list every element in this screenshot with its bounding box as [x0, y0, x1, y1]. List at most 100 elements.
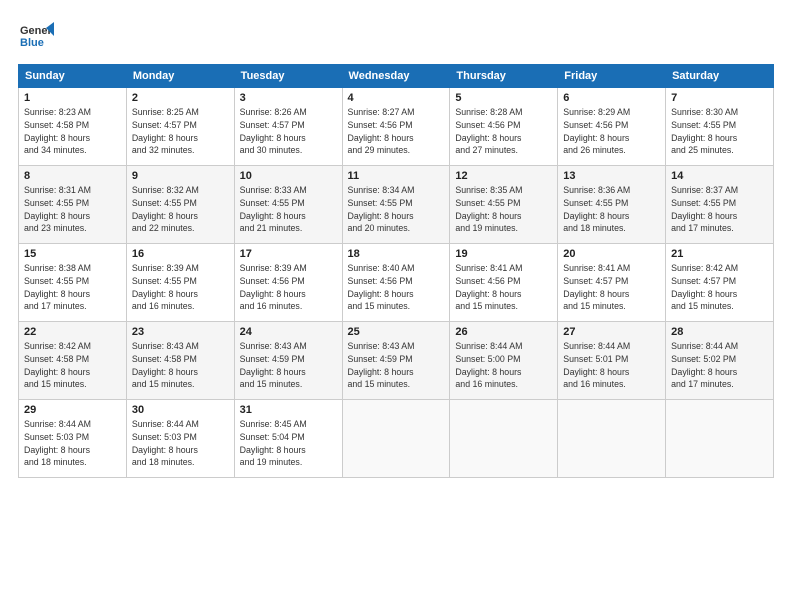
day-info: Sunrise: 8:26 AMSunset: 4:57 PMDaylight:…: [240, 106, 337, 157]
day-info: Sunrise: 8:25 AMSunset: 4:57 PMDaylight:…: [132, 106, 229, 157]
day-info: Sunrise: 8:40 AMSunset: 4:56 PMDaylight:…: [348, 262, 445, 313]
calendar-cell: 19 Sunrise: 8:41 AMSunset: 4:56 PMDayligh…: [450, 244, 558, 322]
calendar-cell: [450, 400, 558, 478]
day-number: 15: [24, 248, 121, 260]
day-info: Sunrise: 8:36 AMSunset: 4:55 PMDaylight:…: [563, 184, 660, 235]
day-info: Sunrise: 8:34 AMSunset: 4:55 PMDaylight:…: [348, 184, 445, 235]
week-row-2: 8 Sunrise: 8:31 AMSunset: 4:55 PMDaylight…: [19, 166, 774, 244]
day-number: 17: [240, 248, 337, 260]
day-number: 26: [455, 326, 552, 338]
day-info: Sunrise: 8:23 AMSunset: 4:58 PMDaylight:…: [24, 106, 121, 157]
day-info: Sunrise: 8:28 AMSunset: 4:56 PMDaylight:…: [455, 106, 552, 157]
page: General Blue SundayMondayTuesdayWednesda…: [0, 0, 792, 488]
day-number: 11: [348, 170, 445, 182]
day-number: 10: [240, 170, 337, 182]
day-info: Sunrise: 8:43 AMSunset: 4:59 PMDaylight:…: [240, 340, 337, 391]
calendar-cell: 12Sunrise: 8:35 AMSunset: 4:55 PMDayligh…: [450, 166, 558, 244]
calendar-cell: 13Sunrise: 8:36 AMSunset: 4:55 PMDayligh…: [558, 166, 666, 244]
calendar-cell: 17 Sunrise: 8:39 AMSunset: 4:56 PMDayligh…: [234, 244, 342, 322]
day-number: 20: [563, 248, 660, 260]
calendar-cell: 28 Sunrise: 8:44 AMSunset: 5:02 PMDayligh…: [666, 322, 774, 400]
calendar-cell: 31Sunrise: 8:45 AMSunset: 5:04 PMDayligh…: [234, 400, 342, 478]
day-info: Sunrise: 8:44 AMSunset: 5:02 PMDaylight:…: [671, 340, 768, 391]
calendar-cell: 26 Sunrise: 8:44 AMSunset: 5:00 PMDayligh…: [450, 322, 558, 400]
calendar-cell: 14 Sunrise: 8:37 AMSunset: 4:55 PMDayligh…: [666, 166, 774, 244]
calendar-cell: [342, 400, 450, 478]
col-header-wednesday: Wednesday: [342, 65, 450, 88]
day-info: Sunrise: 8:39 AMSunset: 4:56 PMDaylight:…: [240, 262, 337, 313]
calendar-cell: 11 Sunrise: 8:34 AMSunset: 4:55 PMDayligh…: [342, 166, 450, 244]
day-number: 1: [24, 92, 121, 104]
day-info: Sunrise: 8:44 AMSunset: 5:00 PMDaylight:…: [455, 340, 552, 391]
day-info: Sunrise: 8:44 AMSunset: 5:01 PMDaylight:…: [563, 340, 660, 391]
day-number: 4: [348, 92, 445, 104]
day-info: Sunrise: 8:38 AMSunset: 4:55 PMDaylight:…: [24, 262, 121, 313]
calendar-cell: 2 Sunrise: 8:25 AMSunset: 4:57 PMDaylight…: [126, 88, 234, 166]
calendar-cell: [558, 400, 666, 478]
day-info: Sunrise: 8:35 AMSunset: 4:55 PMDaylight:…: [455, 184, 552, 235]
day-number: 30: [132, 404, 229, 416]
day-number: 14: [671, 170, 768, 182]
calendar-cell: 27 Sunrise: 8:44 AMSunset: 5:01 PMDayligh…: [558, 322, 666, 400]
day-info: Sunrise: 8:31 AMSunset: 4:55 PMDaylight:…: [24, 184, 121, 235]
day-number: 2: [132, 92, 229, 104]
day-info: Sunrise: 8:39 AMSunset: 4:55 PMDaylight:…: [132, 262, 229, 313]
day-number: 3: [240, 92, 337, 104]
calendar-cell: 3 Sunrise: 8:26 AMSunset: 4:57 PMDaylight…: [234, 88, 342, 166]
day-info: Sunrise: 8:44 AMSunset: 5:03 PMDaylight:…: [24, 418, 121, 469]
calendar-cell: 9 Sunrise: 8:32 AMSunset: 4:55 PMDaylight…: [126, 166, 234, 244]
day-info: Sunrise: 8:29 AMSunset: 4:56 PMDaylight:…: [563, 106, 660, 157]
day-number: 25: [348, 326, 445, 338]
col-header-tuesday: Tuesday: [234, 65, 342, 88]
day-info: Sunrise: 8:42 AMSunset: 4:58 PMDaylight:…: [24, 340, 121, 391]
day-number: 7: [671, 92, 768, 104]
day-number: 9: [132, 170, 229, 182]
day-number: 29: [24, 404, 121, 416]
logo: General Blue: [18, 18, 54, 54]
calendar-table: SundayMondayTuesdayWednesdayThursdayFrid…: [18, 64, 774, 478]
calendar-cell: 4 Sunrise: 8:27 AMSunset: 4:56 PMDaylight…: [342, 88, 450, 166]
calendar-cell: 1 Sunrise: 8:23 AMSunset: 4:58 PMDaylight…: [19, 88, 127, 166]
day-info: Sunrise: 8:27 AMSunset: 4:56 PMDaylight:…: [348, 106, 445, 157]
col-header-thursday: Thursday: [450, 65, 558, 88]
day-number: 19: [455, 248, 552, 260]
calendar-cell: 25 Sunrise: 8:43 AMSunset: 4:59 PMDayligh…: [342, 322, 450, 400]
day-number: 23: [132, 326, 229, 338]
day-info: Sunrise: 8:43 AMSunset: 4:59 PMDaylight:…: [348, 340, 445, 391]
calendar-cell: 6Sunrise: 8:29 AMSunset: 4:56 PMDaylight…: [558, 88, 666, 166]
svg-text:Blue: Blue: [20, 37, 44, 49]
day-number: 18: [348, 248, 445, 260]
day-number: 16: [132, 248, 229, 260]
week-row-3: 15 Sunrise: 8:38 AMSunset: 4:55 PMDayligh…: [19, 244, 774, 322]
col-header-saturday: Saturday: [666, 65, 774, 88]
day-number: 21: [671, 248, 768, 260]
day-number: 28: [671, 326, 768, 338]
calendar-cell: 23Sunrise: 8:43 AMSunset: 4:58 PMDayligh…: [126, 322, 234, 400]
day-info: Sunrise: 8:44 AMSunset: 5:03 PMDaylight:…: [132, 418, 229, 469]
calendar-cell: 5 Sunrise: 8:28 AMSunset: 4:56 PMDaylight…: [450, 88, 558, 166]
col-header-monday: Monday: [126, 65, 234, 88]
day-info: Sunrise: 8:37 AMSunset: 4:55 PMDaylight:…: [671, 184, 768, 235]
week-row-1: 1 Sunrise: 8:23 AMSunset: 4:58 PMDaylight…: [19, 88, 774, 166]
day-number: 5: [455, 92, 552, 104]
calendar-cell: 20Sunrise: 8:41 AMSunset: 4:57 PMDayligh…: [558, 244, 666, 322]
logo-icon: General Blue: [18, 18, 54, 54]
day-info: Sunrise: 8:30 AMSunset: 4:55 PMDaylight:…: [671, 106, 768, 157]
col-header-friday: Friday: [558, 65, 666, 88]
day-info: Sunrise: 8:32 AMSunset: 4:55 PMDaylight:…: [132, 184, 229, 235]
calendar-cell: 8 Sunrise: 8:31 AMSunset: 4:55 PMDaylight…: [19, 166, 127, 244]
calendar-cell: 21Sunrise: 8:42 AMSunset: 4:57 PMDayligh…: [666, 244, 774, 322]
day-number: 27: [563, 326, 660, 338]
header: General Blue: [18, 18, 774, 54]
day-number: 8: [24, 170, 121, 182]
calendar-cell: 15 Sunrise: 8:38 AMSunset: 4:55 PMDayligh…: [19, 244, 127, 322]
day-info: Sunrise: 8:45 AMSunset: 5:04 PMDaylight:…: [240, 418, 337, 469]
calendar-cell: 30 Sunrise: 8:44 AMSunset: 5:03 PMDayligh…: [126, 400, 234, 478]
week-row-5: 29 Sunrise: 8:44 AMSunset: 5:03 PMDayligh…: [19, 400, 774, 478]
calendar-cell: 24Sunrise: 8:43 AMSunset: 4:59 PMDayligh…: [234, 322, 342, 400]
header-row: SundayMondayTuesdayWednesdayThursdayFrid…: [19, 65, 774, 88]
col-header-sunday: Sunday: [19, 65, 127, 88]
calendar-cell: [666, 400, 774, 478]
day-info: Sunrise: 8:41 AMSunset: 4:56 PMDaylight:…: [455, 262, 552, 313]
calendar-cell: 10Sunrise: 8:33 AMSunset: 4:55 PMDayligh…: [234, 166, 342, 244]
